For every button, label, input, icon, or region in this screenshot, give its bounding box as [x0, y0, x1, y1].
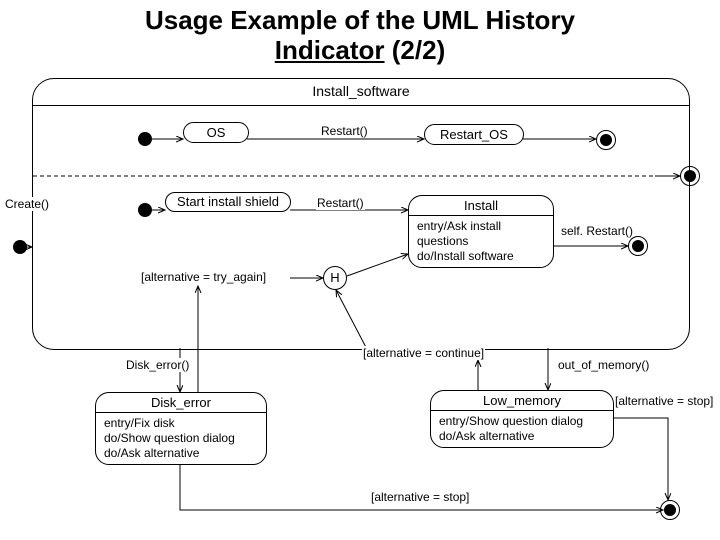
final-node-bottom [660, 500, 680, 520]
state-disk-error: Disk_error entry/Fix disk do/Show questi… [95, 392, 267, 465]
label-alt-try-again: [alternative = try_again] [140, 270, 267, 284]
state-restart-os: Restart_OS [424, 124, 524, 145]
label-out-of-memory: out_of_memory() [557, 358, 650, 372]
initial-node-create [13, 240, 27, 254]
composite-title: Install_software [33, 83, 689, 99]
history-indicator: H [323, 266, 347, 290]
state-low-memory: Low_memory entry/Show question dialog do… [430, 390, 614, 448]
final-node-top [596, 130, 616, 150]
state-install: Install entry/Ask install questions do/I… [408, 195, 554, 268]
state-os: OS [183, 122, 249, 143]
composite-divider [33, 105, 689, 106]
state-start-install-shield: Start install shield [165, 192, 291, 212]
composite-state-install-software: Install_software [32, 78, 690, 350]
label-restart-2: Restart() [316, 196, 365, 210]
label-alt-stop-bottom: [alternative = stop] [370, 490, 470, 504]
initial-node-top [138, 132, 152, 146]
label-alt-stop-right: [alternative = stop] [614, 394, 714, 408]
label-disk-error-event: Disk_error() [125, 358, 190, 372]
final-node-self-restart [628, 236, 648, 256]
label-self-restart: self. Restart() [560, 224, 634, 238]
final-node-dashed [680, 166, 700, 186]
label-restart-1: Restart() [320, 124, 369, 138]
initial-node-mid [138, 203, 152, 217]
label-create: Create() [4, 197, 50, 211]
page-title: Usage Example of the UML History Indicat… [0, 0, 720, 66]
label-alt-continue: [alternative = continue] [362, 346, 485, 360]
